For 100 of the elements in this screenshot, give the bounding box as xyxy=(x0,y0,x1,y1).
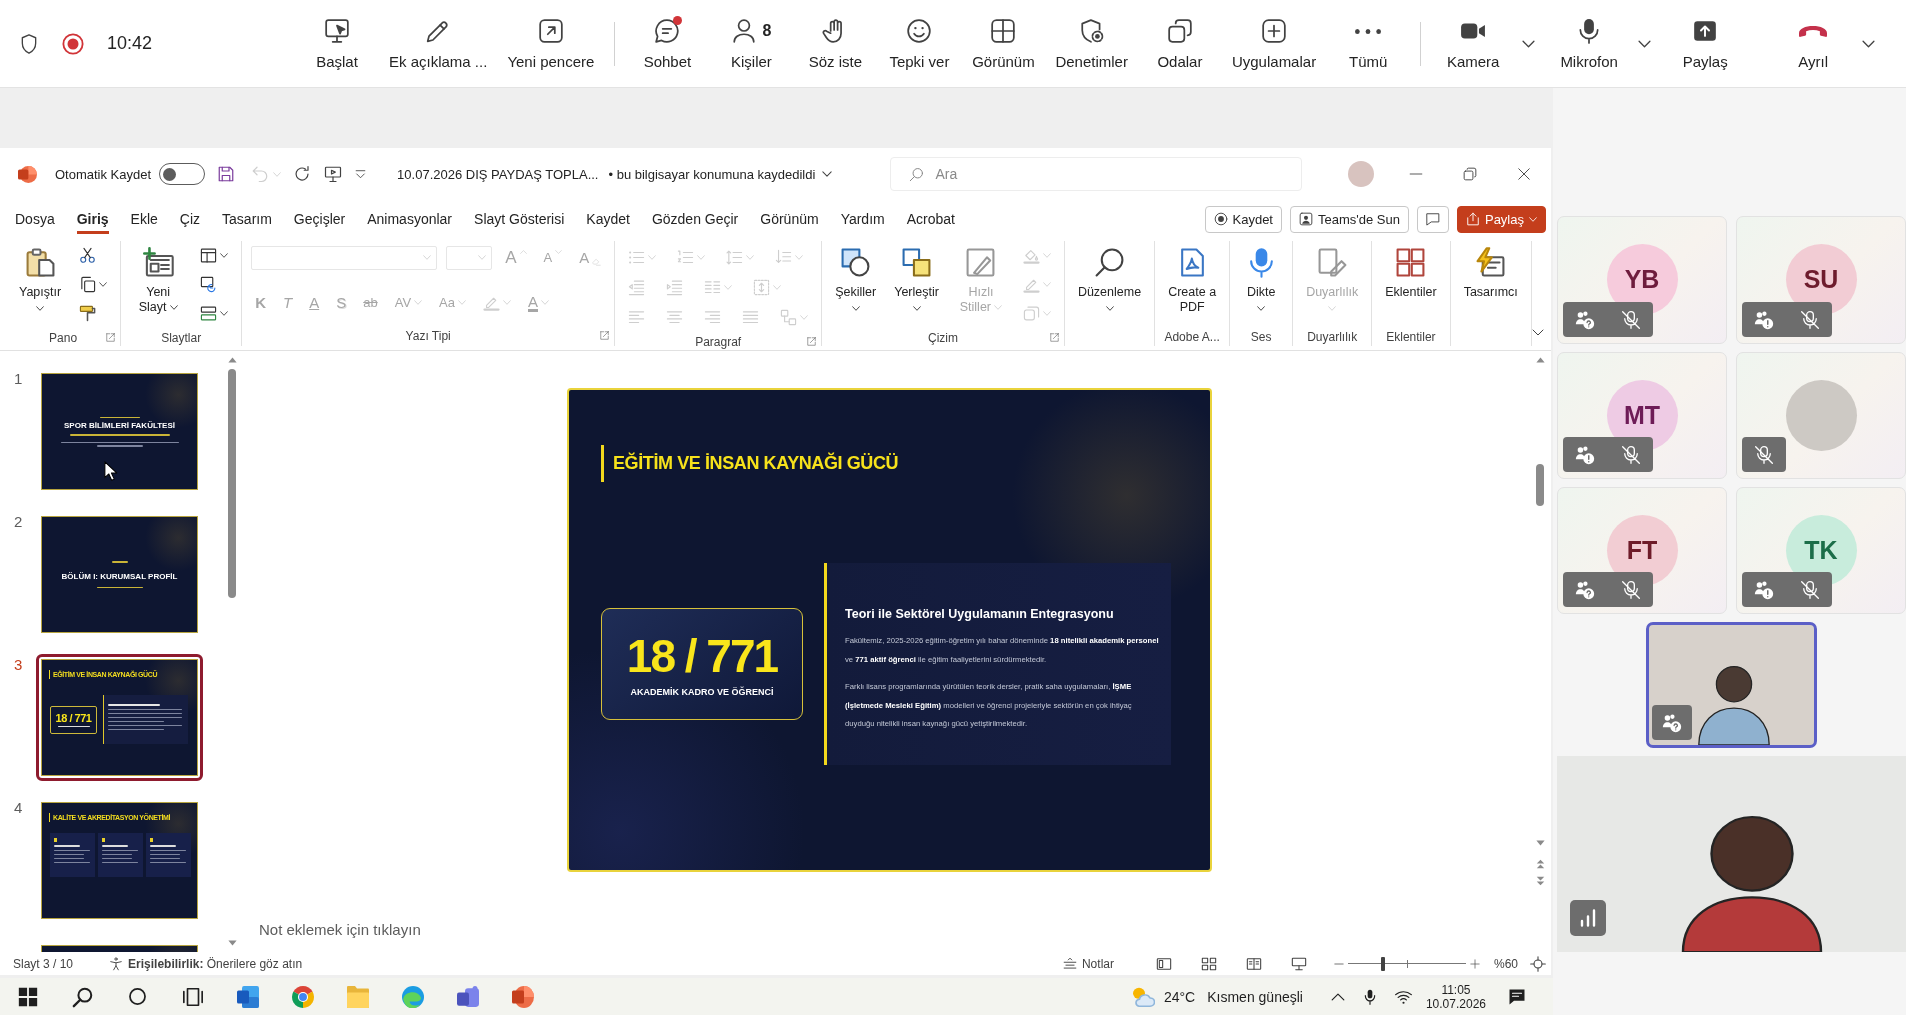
scrollbar-thumb[interactable] xyxy=(1536,464,1544,506)
share-button[interactable]: Paylaş xyxy=(1456,205,1546,233)
circle-icon[interactable] xyxy=(128,987,147,1006)
create-pdf-button[interactable]: Create a PDF xyxy=(1164,241,1221,327)
caret-icon[interactable] xyxy=(1637,39,1651,48)
controls-button[interactable]: Denetimler xyxy=(1049,7,1134,80)
task-view-icon[interactable] xyxy=(181,985,204,1008)
new-window-button[interactable]: Yeni pencere xyxy=(501,7,601,80)
zoom-slider-thumb[interactable] xyxy=(1381,956,1386,971)
view-button[interactable]: Görünüm xyxy=(965,7,1042,80)
more-button[interactable]: Tümü xyxy=(1330,7,1407,80)
ribbon-tab[interactable]: Slayt Gösterisi xyxy=(463,200,576,238)
crosshair-icon[interactable] xyxy=(1530,955,1546,972)
shapes-button[interactable]: Şekiller xyxy=(831,241,881,327)
share-button[interactable]: Paylaş xyxy=(1667,7,1744,80)
scroll-down-icon[interactable] xyxy=(227,940,237,946)
ribbon-tab[interactable]: Animasyonlar xyxy=(356,200,464,238)
add-ins-button[interactable]: Eklentiler xyxy=(1381,241,1441,327)
arrange-button[interactable]: Yerleştir xyxy=(890,241,943,327)
close-icon[interactable] xyxy=(1517,167,1531,181)
notification-icon[interactable] xyxy=(1508,987,1526,1006)
restore-icon[interactable] xyxy=(1463,167,1477,181)
scroll-up-icon[interactable] xyxy=(227,357,237,363)
scroll-up-icon[interactable] xyxy=(1535,357,1545,363)
next-slide-icon[interactable] xyxy=(1535,876,1545,886)
designer-button[interactable]: Tasarımcı xyxy=(1459,241,1522,327)
paste-button[interactable]: Yapıştır xyxy=(15,241,66,327)
notes-button[interactable]: Notlar xyxy=(1062,956,1114,971)
microphone-button[interactable]: Mikrofon xyxy=(1551,7,1628,80)
layout-icon[interactable] xyxy=(200,247,218,264)
circle-tile-icon[interactable] xyxy=(511,985,534,1008)
paint-roller-icon[interactable] xyxy=(79,305,97,322)
redo-icon[interactable] xyxy=(293,165,312,183)
chevron-icon[interactable] xyxy=(1531,329,1544,336)
swirl-circle-icon[interactable] xyxy=(401,985,424,1008)
minimize-icon[interactable] xyxy=(1409,173,1423,175)
search-field[interactable]: Ara xyxy=(890,157,1303,191)
tiles-icon[interactable] xyxy=(456,985,479,1008)
people-button[interactable]: 8 Kişiler xyxy=(713,7,790,80)
ribbon-tab[interactable]: Çiz xyxy=(168,200,212,238)
zoom-percent[interactable]: %60 xyxy=(1493,956,1518,971)
new-slide-button[interactable]: Yeni Slayt xyxy=(130,241,187,327)
apps-button[interactable]: Uygulamalar xyxy=(1225,7,1323,80)
previous-slide-icon[interactable] xyxy=(1535,859,1545,869)
normal-view-icon[interactable] xyxy=(1155,956,1172,971)
ribbon-tab[interactable]: Kaydet xyxy=(575,200,641,238)
chat-button[interactable]: Sohbet xyxy=(629,7,706,80)
ribbon-tab[interactable]: Acrobat xyxy=(895,200,966,238)
copy-icon[interactable] xyxy=(79,276,97,293)
ribbon-tab[interactable]: Yardım xyxy=(829,200,896,238)
slide-reset-icon[interactable] xyxy=(200,276,218,293)
dialog-launcher-icon[interactable] xyxy=(600,331,610,340)
clock-button[interactable]: 11:05 10.07.2026 xyxy=(1425,982,1486,1011)
camera-button[interactable]: Kamera xyxy=(1435,7,1512,80)
section-icon[interactable] xyxy=(200,305,218,322)
reading-view-icon[interactable] xyxy=(1245,956,1262,971)
scrollbar-thumb[interactable] xyxy=(228,369,236,598)
windows-logo-icon[interactable] xyxy=(16,985,39,1008)
weather-button[interactable]: 24°C Kısmen güneşli xyxy=(1130,985,1303,1008)
document-tile-icon[interactable] xyxy=(236,985,259,1008)
scissors-icon[interactable] xyxy=(79,247,97,264)
zoom-out-icon[interactable] xyxy=(1333,962,1344,965)
react-button[interactable]: Tepki ver xyxy=(881,7,958,80)
dialog-launcher-icon[interactable] xyxy=(807,337,817,346)
slide-sorter-icon[interactable] xyxy=(1200,956,1217,971)
zoom-in-icon[interactable] xyxy=(1469,958,1480,969)
ribbon-tab[interactable]: Gözden Geçir xyxy=(640,200,750,238)
search-icon[interactable] xyxy=(71,985,94,1008)
leave-button[interactable]: Ayrıl xyxy=(1775,7,1852,80)
dictate-button[interactable]: Dikte xyxy=(1239,241,1284,327)
microphone-icon[interactable] xyxy=(1362,988,1377,1005)
caret-icon[interactable] xyxy=(220,253,229,258)
ribbon-tab[interactable]: Geçişler xyxy=(282,200,357,238)
scroll-down-icon[interactable] xyxy=(1535,840,1545,846)
ribbon-tab[interactable]: Ekle xyxy=(119,200,169,238)
wifi-icon[interactable] xyxy=(1394,988,1412,1005)
annotation-button[interactable]: Ek açıklama ... xyxy=(383,7,494,80)
save-status-dropdown[interactable]: • bu bilgisayar konumuna kaydedildi xyxy=(608,166,833,182)
presentation-board-icon[interactable] xyxy=(324,165,343,183)
present-in-teams-button[interactable]: Teams'de Sun xyxy=(1290,205,1409,233)
start-button[interactable]: Başlat xyxy=(299,7,375,80)
caret-icon[interactable] xyxy=(1861,39,1875,48)
segmented-circle-icon[interactable] xyxy=(291,985,314,1008)
chevron-up-icon[interactable] xyxy=(1330,992,1345,1001)
editing-button[interactable]: Düzenleme xyxy=(1073,241,1146,327)
accessibility-button[interactable]: Erişilebilirlik: Önerilere göz atın xyxy=(109,956,303,971)
notes-placeholder[interactable]: Not eklemek için tıklayın xyxy=(259,921,421,938)
raise-hand-button[interactable]: Söz iste xyxy=(797,7,874,80)
ribbon-tab[interactable]: Dosya xyxy=(4,200,66,238)
slideshow-icon[interactable] xyxy=(1290,956,1307,971)
caret-icon[interactable] xyxy=(99,282,108,287)
dialog-launcher-icon[interactable] xyxy=(1049,333,1059,342)
ribbon-tab[interactable]: Görünüm xyxy=(749,200,830,238)
customize-caret-icon[interactable] xyxy=(354,167,368,181)
rooms-button[interactable]: Odalar xyxy=(1141,7,1218,80)
record-button[interactable]: Kaydet xyxy=(1204,205,1282,233)
comments-button[interactable] xyxy=(1416,205,1449,233)
ribbon-tab[interactable]: Tasarım xyxy=(211,200,283,238)
dialog-launcher-icon[interactable] xyxy=(106,333,116,342)
caret-icon[interactable] xyxy=(220,311,229,316)
